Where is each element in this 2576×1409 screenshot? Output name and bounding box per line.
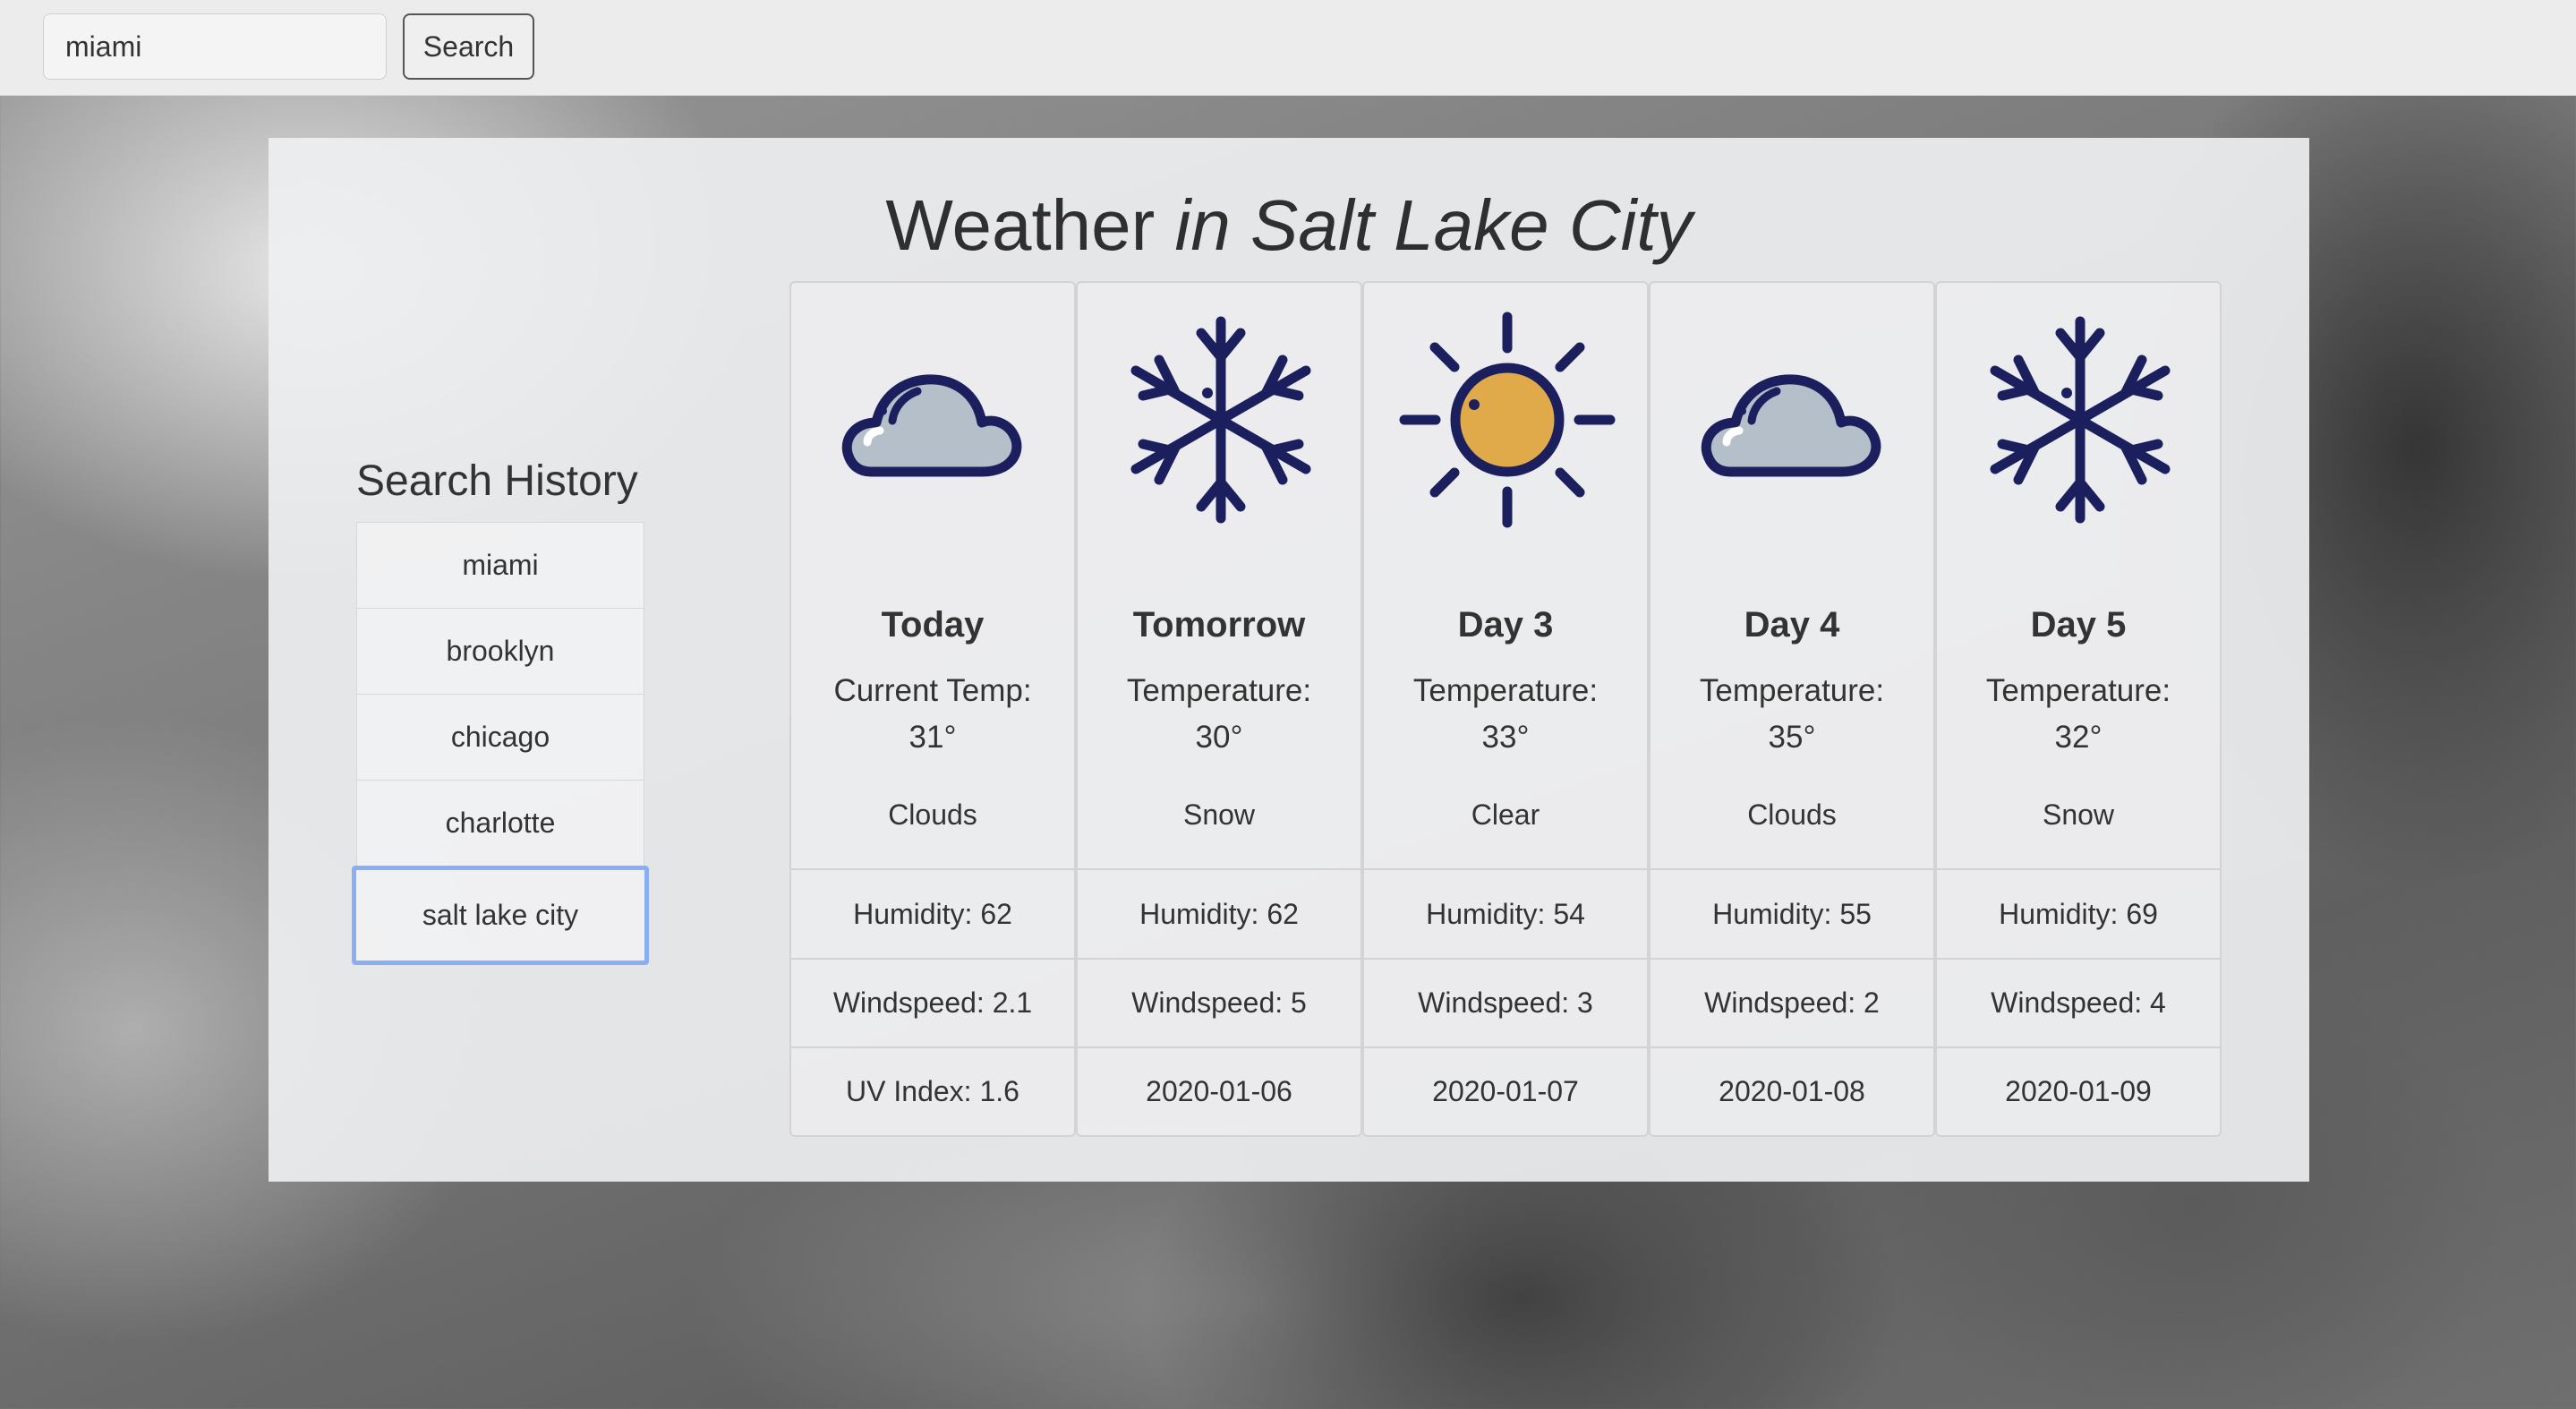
temp-label: Temperature: bbox=[1985, 673, 2171, 708]
cloud-icon bbox=[841, 374, 1022, 477]
history-item-salt-lake-city[interactable]: salt lake city bbox=[352, 866, 649, 965]
history-item-chicago[interactable]: chicago bbox=[356, 694, 644, 781]
search-button[interactable]: Search bbox=[403, 13, 534, 80]
condition-label: Clouds bbox=[888, 798, 977, 831]
temp-value: 33° bbox=[1481, 720, 1530, 755]
temp-value: 30° bbox=[1195, 720, 1243, 755]
weather-panel: Weather in Salt Lake City Search History… bbox=[269, 138, 2309, 1182]
humidity-row: Humidity: 62 bbox=[791, 868, 1074, 957]
day-label: Day 4 bbox=[1744, 605, 1840, 645]
history-item-charlotte[interactable]: charlotte bbox=[356, 780, 644, 867]
page-title: Weather in Salt Lake City bbox=[0, 184, 2576, 267]
uv-index-row: UV Index: 1.6 bbox=[791, 1046, 1074, 1135]
condition-label: Clear bbox=[1471, 798, 1540, 831]
title-prefix: Weather bbox=[885, 185, 1156, 265]
day-label: Day 5 bbox=[2030, 605, 2127, 645]
condition-label: Snow bbox=[2042, 798, 2115, 831]
condition-label: Snow bbox=[1182, 798, 1256, 831]
humidity-row: Humidity: 55 bbox=[1651, 868, 1933, 957]
snowflake-icon bbox=[1990, 316, 2171, 524]
temp-value: 35° bbox=[1768, 720, 1816, 755]
history-item-brooklyn[interactable]: brooklyn bbox=[356, 608, 644, 695]
windspeed-row: Windspeed: 2.1 bbox=[791, 957, 1074, 1046]
forecast-cards: Today Current Temp: 31° Clouds Humidity:… bbox=[789, 281, 2222, 1137]
temp-label: Temperature: bbox=[1126, 673, 1312, 708]
temp-label: Temperature: bbox=[1412, 673, 1599, 708]
temp-label: Current Temp: bbox=[833, 673, 1032, 708]
humidity-row: Humidity: 69 bbox=[1937, 868, 2220, 957]
forecast-card-tomorrow: Tomorrow Temperature: 30° Snow Humidity:… bbox=[1076, 281, 1362, 1137]
day-label: Today bbox=[881, 605, 985, 645]
top-search-bar: Search bbox=[0, 0, 2576, 96]
date-row: 2020-01-06 bbox=[1078, 1046, 1361, 1135]
forecast-card-day-4: Day 4 Temperature: 35° Clouds Humidity: … bbox=[1649, 281, 1935, 1137]
forecast-card-today: Today Current Temp: 31° Clouds Humidity:… bbox=[789, 281, 1076, 1137]
search-history-list: miami brooklyn chicago charlotte salt la… bbox=[352, 522, 649, 965]
date-row: 2020-01-07 bbox=[1364, 1046, 1647, 1135]
windspeed-row: Windspeed: 3 bbox=[1364, 957, 1647, 1046]
humidity-row: Humidity: 62 bbox=[1078, 868, 1361, 957]
forecast-card-day-3: Day 3 Temperature: 33° Clear Humidity: 5… bbox=[1362, 281, 1649, 1137]
day-label: Tomorrow bbox=[1132, 605, 1306, 645]
humidity-row: Humidity: 54 bbox=[1364, 868, 1647, 957]
temp-label: Temperature: bbox=[1699, 673, 1885, 708]
windspeed-row: Windspeed: 4 bbox=[1937, 957, 2220, 1046]
windspeed-row: Windspeed: 5 bbox=[1078, 957, 1361, 1046]
day-label: Day 3 bbox=[1457, 605, 1554, 645]
title-city: in Salt Lake City bbox=[1174, 185, 1693, 265]
temp-value: 32° bbox=[2054, 720, 2103, 755]
city-search-input[interactable] bbox=[43, 13, 387, 80]
snowflake-icon bbox=[1130, 316, 1311, 524]
temp-value: 31° bbox=[908, 720, 957, 755]
date-row: 2020-01-08 bbox=[1651, 1046, 1933, 1135]
search-history-heading: Search History bbox=[356, 457, 638, 505]
cloud-icon bbox=[1701, 374, 1881, 477]
history-item-miami[interactable]: miami bbox=[356, 522, 644, 609]
forecast-card-day-5: Day 5 Temperature: 32° Snow Humidity: 69… bbox=[1935, 281, 2222, 1137]
windspeed-row: Windspeed: 2 bbox=[1651, 957, 1933, 1046]
condition-label: Clouds bbox=[1747, 798, 1837, 831]
sun-icon bbox=[1399, 312, 1616, 528]
date-row: 2020-01-09 bbox=[1937, 1046, 2220, 1135]
